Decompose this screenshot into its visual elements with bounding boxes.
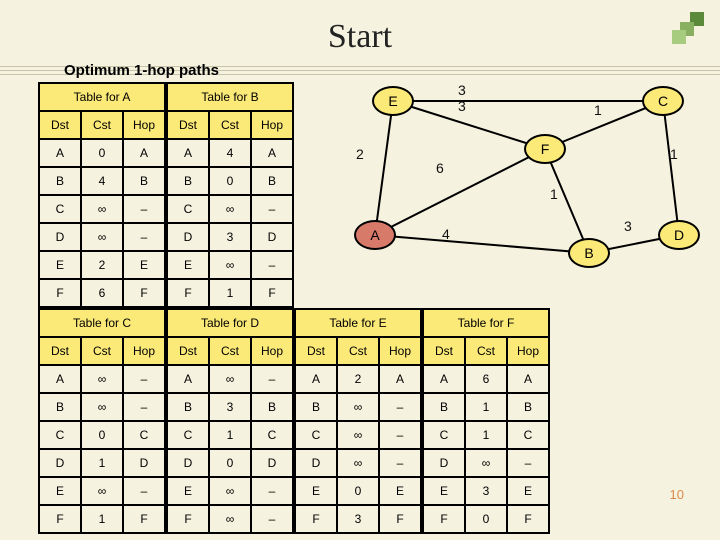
table-row: D3D — [167, 223, 293, 251]
table-row: B∞– — [295, 393, 421, 421]
tables-row-bottom: Table for CDstCstHopA∞–B∞–C0CD1DE∞–F1FTa… — [38, 308, 550, 534]
table-row: F1F — [39, 505, 165, 533]
table-row: B1B — [423, 393, 549, 421]
table-row: C∞– — [39, 195, 165, 223]
page-number: 10 — [670, 487, 684, 502]
table-row: B0B — [167, 167, 293, 195]
edge-E-F — [393, 101, 545, 149]
col-header: Hop — [507, 337, 549, 365]
routing-table-B: Table for BDstCstHopA4AB0BC∞–D3DE∞–F1F — [166, 82, 294, 308]
table-row: E0E — [295, 477, 421, 505]
table-row: B3B — [167, 393, 293, 421]
col-header: Dst — [39, 111, 81, 139]
edge-weight-E-C: 3 — [458, 82, 466, 98]
edge-weight-B-D: 3 — [624, 218, 632, 234]
table-row: C∞– — [295, 421, 421, 449]
page-subtitle: Optimum 1-hop paths — [64, 62, 219, 79]
table-row: B4B — [39, 167, 165, 195]
edge-weight-F-B: 1 — [550, 186, 558, 202]
page-title: Start — [0, 0, 720, 60]
edge-A-B — [375, 235, 589, 253]
table-row: C∞– — [167, 195, 293, 223]
table-caption: Table for C — [39, 309, 165, 337]
node-E: E — [372, 86, 414, 116]
table-row: D∞– — [39, 223, 165, 251]
col-header: Hop — [251, 337, 293, 365]
node-C: C — [642, 86, 684, 116]
node-A: A — [354, 220, 396, 250]
table-row: F1F — [167, 279, 293, 307]
table-caption: Table for B — [167, 83, 293, 111]
col-header: Hop — [123, 337, 165, 365]
routing-table-D: Table for DDstCstHopA∞–B3BC1CD0DE∞–F∞– — [166, 308, 294, 534]
network-graph: ECADFB 323641113 — [340, 80, 690, 290]
edge-C-D — [663, 101, 679, 235]
table-row: E∞– — [167, 477, 293, 505]
col-header: Dst — [167, 337, 209, 365]
table-row: A4A — [167, 139, 293, 167]
table-row: D∞– — [423, 449, 549, 477]
col-header: Cst — [465, 337, 507, 365]
table-row: A∞– — [167, 365, 293, 393]
table-row: D0D — [167, 449, 293, 477]
col-header: Dst — [39, 337, 81, 365]
col-header: Dst — [295, 337, 337, 365]
routing-table-E: Table for EDstCstHopA2AB∞–C∞–D∞–E0EF3F — [294, 308, 422, 534]
routing-table-A: Table for ADstCstHopA0AB4BC∞–D∞–E2EF6F — [38, 82, 166, 308]
table-row: E∞– — [167, 251, 293, 279]
routing-table-C: Table for CDstCstHopA∞–B∞–C0CD1DE∞–F1F — [38, 308, 166, 534]
tables-row-top: Table for ADstCstHopA0AB4BC∞–D∞–E2EF6FTa… — [38, 82, 294, 308]
table-row: F0F — [423, 505, 549, 533]
col-header: Cst — [337, 337, 379, 365]
table-row: A2A — [295, 365, 421, 393]
table-caption: Table for A — [39, 83, 165, 111]
table-row: A0A — [39, 139, 165, 167]
table-row: D∞– — [295, 449, 421, 477]
node-F: F — [524, 134, 566, 164]
col-header: Cst — [209, 111, 251, 139]
table-row: A∞– — [39, 365, 165, 393]
col-header: Hop — [379, 337, 421, 365]
table-row: E∞– — [39, 477, 165, 505]
table-row: E2E — [39, 251, 165, 279]
edge-A-F — [375, 149, 545, 235]
node-D: D — [658, 220, 700, 250]
corner-decor-icon — [672, 12, 704, 44]
col-header: Cst — [81, 337, 123, 365]
table-row: F6F — [39, 279, 165, 307]
col-header: Dst — [423, 337, 465, 365]
edge-weight-A-F: 6 — [436, 160, 444, 176]
table-caption: Table for F — [423, 309, 549, 337]
table-row: F3F — [295, 505, 421, 533]
table-row: F∞– — [167, 505, 293, 533]
edge-weight-A-B: 4 — [442, 226, 450, 242]
edge-weight-E-A: 2 — [356, 146, 364, 162]
edge-weight-F-C: 1 — [594, 102, 602, 118]
table-caption: Table for D — [167, 309, 293, 337]
table-row: A6A — [423, 365, 549, 393]
col-header: Hop — [251, 111, 293, 139]
routing-table-F: Table for FDstCstHopA6AB1BC1CD∞–E3EF0F — [422, 308, 550, 534]
edge-E-A — [375, 101, 393, 235]
edge-weight-C-D: 1 — [670, 146, 678, 162]
table-row: B∞– — [39, 393, 165, 421]
col-header: Dst — [167, 111, 209, 139]
table-row: E3E — [423, 477, 549, 505]
table-caption: Table for E — [295, 309, 421, 337]
edge-weight-E-F: 3 — [458, 98, 466, 114]
col-header: Cst — [81, 111, 123, 139]
col-header: Cst — [209, 337, 251, 365]
table-row: C1C — [167, 421, 293, 449]
table-row: C1C — [423, 421, 549, 449]
col-header: Hop — [123, 111, 165, 139]
table-row: D1D — [39, 449, 165, 477]
table-row: C0C — [39, 421, 165, 449]
node-B: B — [568, 238, 610, 268]
